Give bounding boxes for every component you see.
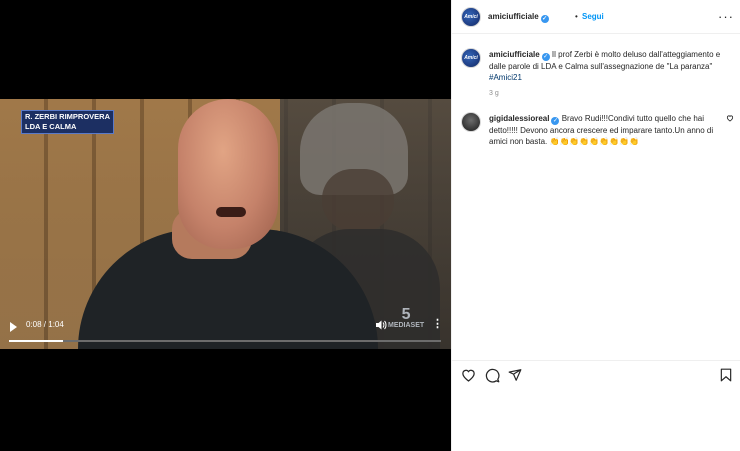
volume-icon[interactable] [376, 320, 387, 333]
video-player[interactable]: R. ZERBI RIMPROVERA LDA E CALMA 5 MEDIAS… [0, 0, 451, 451]
avatar-logo-text: Amici [464, 14, 478, 20]
post-sidebar: Amici amiciufficiale ✓ • Segui ··· Amici … [451, 0, 740, 451]
header-username-text[interactable]: amiciufficiale [488, 12, 539, 21]
caption-username[interactable]: amiciufficiale [489, 50, 540, 59]
post-actions [452, 360, 740, 390]
instagram-post-modal: R. ZERBI RIMPROVERA LDA E CALMA 5 MEDIAS… [0, 0, 740, 451]
video-progress-fill [9, 340, 63, 342]
avatar[interactable]: Amici [461, 7, 481, 27]
comment-like-icon[interactable] [726, 114, 734, 124]
bookmark-icon[interactable] [718, 367, 734, 383]
comment-username[interactable]: gigidalessioreal [489, 114, 549, 123]
caption-hashtag[interactable]: #Amici21 [489, 73, 522, 82]
video-more-options-icon[interactable]: ⋮ [432, 319, 443, 330]
comment-verified-icon: ✓ [551, 117, 560, 125]
background-person-face [322, 169, 394, 231]
caption-avatar[interactable]: Amici [461, 48, 481, 68]
header-username[interactable]: amiciufficiale ✓ [488, 12, 549, 23]
follow-button[interactable]: Segui [582, 12, 604, 21]
caption-line-2: LDA E CALMA [25, 122, 77, 131]
separator-dot: • [575, 12, 578, 21]
caption-line-1: R. ZERBI RIMPROVERA [25, 112, 111, 121]
verified-icon: ✓ [540, 15, 549, 23]
speaker-head [178, 99, 278, 249]
caption-verified-icon: ✓ [541, 53, 550, 61]
comment-item: gigidalessioreal ✓ Bravo Rudi!!!Condivi t… [489, 113, 727, 147]
post-age: 3 g [489, 90, 499, 97]
video-caption-banner: R. ZERBI RIMPROVERA LDA E CALMA [21, 110, 114, 134]
comment-avatar[interactable] [461, 112, 481, 132]
video-progress-bar[interactable] [9, 340, 441, 342]
share-icon[interactable] [507, 367, 523, 383]
play-icon[interactable] [10, 322, 17, 332]
speaker-mouth [216, 207, 246, 217]
post-caption: amiciufficiale ✓ Il prof Zerbi è molto de… [489, 49, 733, 83]
caption-avatar-logo-text: Amici [464, 55, 478, 61]
post-header: Amici amiciufficiale ✓ • Segui ··· [452, 0, 740, 34]
heart-icon[interactable] [460, 367, 476, 383]
comment-icon[interactable] [484, 367, 500, 383]
more-icon[interactable]: ··· [718, 9, 734, 24]
video-frame[interactable] [0, 99, 451, 349]
video-time: 0:08 / 1:04 [26, 320, 64, 329]
